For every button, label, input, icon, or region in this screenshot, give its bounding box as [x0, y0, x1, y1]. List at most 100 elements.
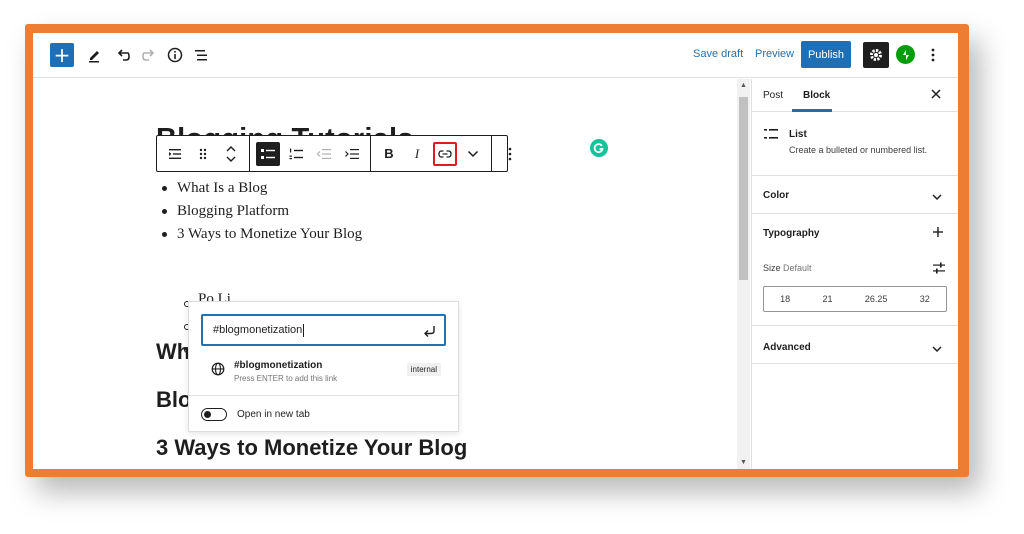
block-options-button[interactable] [498, 142, 522, 166]
list-view-button[interactable] [189, 43, 213, 67]
grammarly-button[interactable] [590, 139, 608, 157]
more-formatting-button[interactable] [461, 142, 485, 166]
bullet-list[interactable]: What Is a Blog Blogging Platform 3 Ways … [162, 177, 362, 246]
gear-icon [870, 49, 882, 61]
list-item[interactable]: 3 Ways to Monetize Your Blog [162, 223, 362, 246]
tab-post[interactable]: Post [763, 90, 783, 101]
italic-button[interactable]: I [405, 142, 429, 166]
ordered-list-button[interactable] [284, 142, 308, 166]
bullet-marker [162, 232, 167, 237]
editor-scrollbar[interactable]: ▲ ▼ [737, 79, 750, 469]
unordered-list-icon [261, 148, 275, 159]
editor-header: + Save draft Preview Publish [33, 33, 958, 78]
redo-icon [142, 49, 155, 61]
move-block-buttons[interactable] [219, 142, 243, 166]
panel-title-advanced: Advanced [763, 342, 811, 353]
block-options-icon [508, 147, 512, 160]
open-new-tab-toggle[interactable] [201, 408, 227, 421]
text-caret [303, 323, 305, 337]
publish-button[interactable]: Publish [801, 41, 851, 68]
globe-icon [211, 362, 225, 376]
bold-button[interactable]: B [377, 142, 401, 166]
settings-sidebar: Post Block List Create a bulleted or num… [751, 79, 958, 469]
block-name: List [789, 129, 807, 140]
list-block-icon [764, 129, 778, 139]
font-size-option[interactable]: 26.25 [865, 294, 888, 304]
suggestion-hint: Press ENTER to add this link [234, 374, 338, 383]
undo-icon [117, 49, 130, 61]
block-card: List Create a bulleted or numbered list. [752, 113, 958, 176]
save-draft-button[interactable]: Save draft [693, 48, 743, 60]
heading-partial[interactable]: Wh [156, 339, 190, 365]
sliders-icon[interactable] [932, 261, 946, 275]
block-description: Create a bulleted or numbered list. [789, 145, 928, 155]
scroll-thumb[interactable] [739, 97, 748, 280]
chevron-down-icon [932, 346, 942, 353]
editor-canvas[interactable]: Blogging Tutorials [33, 79, 737, 469]
indent-button[interactable] [340, 142, 364, 166]
link-url-input[interactable]: #blogmonetization [201, 314, 446, 346]
redo-button[interactable] [137, 43, 161, 67]
link-button[interactable] [433, 141, 457, 166]
font-size-picker[interactable]: 18 21 26.25 32 [763, 286, 947, 312]
font-size-label: Size Default [763, 263, 812, 273]
block-type-button[interactable] [163, 142, 187, 166]
advanced-panel[interactable]: Advanced [752, 326, 958, 364]
drag-handle-icon [199, 148, 207, 159]
ordered-list-icon [289, 148, 303, 159]
block-toolbar-group-2 [250, 136, 371, 171]
list-item[interactable]: Blogging Platform [162, 200, 362, 223]
info-icon [167, 47, 183, 63]
size-default-text: Default [783, 263, 812, 273]
plus-icon[interactable] [932, 226, 944, 238]
heading-monetize[interactable]: 3 Ways to Monetize Your Blog [156, 435, 467, 461]
scroll-up-arrow-icon[interactable]: ▲ [740, 82, 747, 89]
editor-window: + Save draft Preview Publish B I What Is… [33, 33, 958, 469]
list-item-text: What Is a Blog [177, 180, 268, 196]
suggestion-type-badge: internal [406, 363, 441, 376]
link-icon [438, 149, 452, 158]
font-size-option[interactable]: 21 [823, 294, 833, 304]
outdent-button[interactable] [312, 142, 336, 166]
size-label-text: Size [763, 263, 781, 273]
sidebar-tabs: Post Block [752, 79, 958, 112]
list-item[interactable]: What Is a Blog [162, 177, 362, 200]
font-size-option[interactable]: 32 [920, 294, 930, 304]
jetpack-icon [902, 49, 909, 60]
font-size-option[interactable]: 18 [780, 294, 790, 304]
bullet-marker [162, 186, 167, 191]
link-suggestion[interactable]: #blogmonetization Press ENTER to add thi… [211, 357, 441, 387]
panel-title-color: Color [763, 190, 790, 201]
color-panel[interactable]: Color [752, 176, 958, 214]
block-toolbar-group-4 [492, 136, 528, 171]
settings-button[interactable] [863, 42, 889, 68]
block-inserter-button[interactable]: + [50, 43, 74, 67]
suggestion-title: #blogmonetization [234, 360, 323, 371]
unordered-list-button[interactable] [256, 141, 280, 166]
tools-button[interactable] [83, 43, 107, 67]
list-view-icon [195, 50, 207, 61]
link-popover: #blogmonetization #blogmonetization Pres… [188, 301, 459, 432]
toggle-knob [204, 411, 211, 418]
jetpack-button[interactable] [896, 45, 915, 64]
scroll-down-arrow-icon[interactable]: ▼ [740, 459, 747, 466]
details-button[interactable] [163, 43, 187, 67]
outdent-icon [317, 148, 331, 159]
options-button[interactable] [925, 43, 941, 67]
move-arrows-icon [226, 145, 236, 162]
more-formatting-chevron-icon [467, 150, 479, 157]
close-sidebar-button[interactable] [931, 86, 941, 103]
block-toolbar-group-3: B I [371, 136, 492, 171]
divider [189, 395, 458, 396]
block-type-icon [169, 148, 181, 159]
more-vertical-icon [931, 48, 935, 62]
active-tab-indicator [792, 109, 832, 112]
close-icon [931, 89, 941, 99]
preview-button[interactable]: Preview [755, 48, 794, 60]
drag-handle[interactable] [191, 142, 215, 166]
enter-icon[interactable] [423, 324, 437, 338]
plus-icon: + [53, 43, 71, 67]
link-url-value: #blogmonetization [213, 324, 303, 336]
tab-block[interactable]: Block [803, 90, 830, 101]
undo-button[interactable] [111, 43, 135, 67]
